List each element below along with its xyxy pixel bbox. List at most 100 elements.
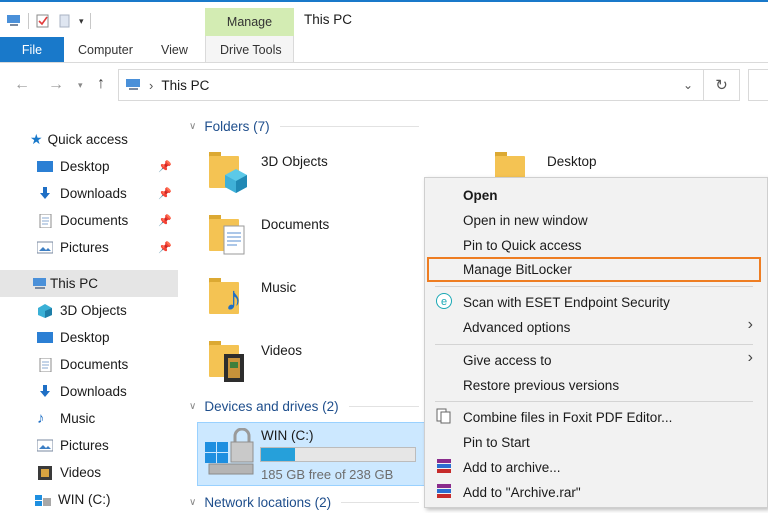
address-dropdown-icon[interactable]: ⌄ <box>683 78 693 92</box>
collapse-chevron-icon[interactable]: ∨ <box>189 121 196 132</box>
customize-toolbar-icon[interactable]: ▾ <box>79 16 84 27</box>
foxit-icon <box>436 408 451 424</box>
sidebar-item-music[interactable]: ♪ Music <box>0 405 178 432</box>
recent-locations-icon[interactable]: ▾ <box>78 80 83 91</box>
tab-view[interactable]: View <box>161 37 188 62</box>
winrar-icon <box>437 459 451 473</box>
folder-label[interactable]: Videos <box>261 343 302 358</box>
toolbar-divider <box>89 13 91 29</box>
folder-videos-icon[interactable] <box>209 339 253 387</box>
devices-group-header[interactable]: ∨ Devices and drives (2) <box>189 399 419 414</box>
winrar-icon <box>437 484 451 498</box>
folder-music-icon[interactable]: ♪ <box>209 276 253 324</box>
collapse-chevron-icon[interactable]: ∨ <box>189 401 196 412</box>
pin-icon[interactable]: 📌 <box>158 241 172 254</box>
folder-label[interactable]: Documents <box>261 217 329 232</box>
menu-item-restore-versions[interactable]: Restore previous versions <box>463 378 619 393</box>
tab-computer[interactable]: Computer <box>78 37 133 62</box>
up-arrow-icon[interactable]: ↑ <box>97 75 105 93</box>
search-input[interactable] <box>748 69 768 101</box>
properties-icon[interactable] <box>35 14 51 28</box>
manage-context-label: Manage <box>226 15 273 29</box>
film-icon <box>38 465 52 480</box>
menu-item-add-archive[interactable]: Add to archive... <box>463 460 561 475</box>
folders-group-header[interactable]: ∨ Folders (7) <box>189 119 419 134</box>
sidebar-item-desktop-pc[interactable]: Desktop <box>0 324 178 351</box>
sidebar-item-win-c[interactable]: WIN (C:) <box>0 486 178 513</box>
menu-item-eset-scan[interactable]: Scan with ESET Endpoint Security <box>463 295 670 310</box>
sidebar-item-label: Downloads <box>60 186 127 201</box>
drive-free-space: 185 GB free of 238 GB <box>261 467 394 482</box>
menu-item-open[interactable]: Open <box>463 188 498 203</box>
folder-documents-icon[interactable] <box>209 213 253 261</box>
sidebar-item-documents[interactable]: Documents 📌 <box>0 207 178 234</box>
file-tab[interactable]: File <box>0 37 64 62</box>
group-label: Folders (7) <box>204 119 270 134</box>
pin-icon[interactable]: 📌 <box>158 187 172 200</box>
drive-usage-fill <box>261 448 295 461</box>
menu-item-give-access[interactable]: Give access to <box>463 353 552 368</box>
document-icon <box>39 357 52 372</box>
folder-label[interactable]: Music <box>261 280 296 295</box>
menu-item-pin-quick-access[interactable]: Pin to Quick access <box>463 238 582 253</box>
sidebar-item-label: Music <box>60 411 96 426</box>
ribbon-divider <box>0 62 768 63</box>
tab-drive-tools[interactable]: Drive Tools <box>220 37 282 62</box>
this-pc-icon <box>126 79 140 90</box>
back-arrow-icon[interactable]: ← <box>14 76 30 94</box>
toolbar-divider <box>28 13 29 29</box>
pin-icon[interactable]: 📌 <box>158 214 172 227</box>
pin-icon[interactable]: 📌 <box>158 160 172 173</box>
new-folder-icon[interactable] <box>57 14 73 28</box>
sidebar-item-label: Desktop <box>60 330 110 345</box>
menu-item-pin-start[interactable]: Pin to Start <box>463 435 530 450</box>
eset-icon: e <box>436 293 452 309</box>
sidebar-item-desktop[interactable]: Desktop 📌 <box>0 153 178 180</box>
folder-label[interactable]: Desktop <box>547 154 597 169</box>
computer-icon[interactable] <box>6 14 22 28</box>
menu-item-combine-foxit[interactable]: Combine files in Foxit PDF Editor... <box>463 410 672 425</box>
sidebar-item-label: Pictures <box>60 240 109 255</box>
menu-item-add-archive-rar[interactable]: Add to "Archive.rar" <box>463 485 581 500</box>
drive-usage-bar <box>260 447 416 462</box>
desktop-icon <box>37 331 53 343</box>
sidebar-item-downloads[interactable]: Downloads 📌 <box>0 180 178 207</box>
download-arrow-icon <box>40 186 50 199</box>
breadcrumb-separator-icon[interactable]: › <box>149 78 153 93</box>
cube-icon <box>38 303 52 318</box>
forward-arrow-icon[interactable]: → <box>48 76 64 94</box>
sidebar-item-label: 3D Objects <box>60 303 127 318</box>
sidebar-item-label: Pictures <box>60 438 109 453</box>
folder-desktop-icon[interactable] <box>495 150 539 188</box>
sidebar-item-label: Quick access <box>47 132 128 147</box>
collapse-chevron-icon[interactable]: ∨ <box>189 497 196 508</box>
menu-item-manage-bitlocker[interactable]: Manage BitLocker <box>463 262 572 277</box>
computer-icon <box>33 277 46 289</box>
sidebar-item-quick-access[interactable]: ★ Quick access <box>0 126 178 153</box>
drive-name[interactable]: WIN (C:) <box>261 428 313 443</box>
sidebar-item-pictures[interactable]: Pictures 📌 <box>0 234 178 261</box>
breadcrumb-this-pc[interactable]: This PC <box>161 78 209 93</box>
desktop-icon <box>37 160 53 172</box>
folder-label[interactable]: 3D Objects <box>261 154 328 169</box>
star-icon: ★ <box>30 131 43 147</box>
address-bar[interactable]: › This PC ⌄ <box>118 69 704 101</box>
sidebar-item-label: Desktop <box>60 159 110 174</box>
refresh-button[interactable]: ↻ <box>704 69 740 101</box>
menu-item-advanced-options[interactable]: Advanced options <box>463 320 570 335</box>
sidebar-item-this-pc[interactable]: This PC <box>0 270 178 297</box>
music-note-icon: ♪ <box>37 409 45 427</box>
submenu-arrow-icon: › <box>747 316 753 333</box>
sidebar-item-label: WIN (C:) <box>58 492 111 507</box>
folder-3d-objects-icon[interactable] <box>209 150 253 198</box>
sidebar-item-3d-objects[interactable]: 3D Objects <box>0 297 178 324</box>
sidebar-item-videos[interactable]: Videos <box>0 459 178 486</box>
sidebar-item-downloads-pc[interactable]: Downloads <box>0 378 178 405</box>
menu-separator <box>435 401 753 402</box>
window-top-border <box>0 0 768 2</box>
sidebar-item-documents-pc[interactable]: Documents <box>0 351 178 378</box>
sidebar-item-pictures-pc[interactable]: Pictures <box>0 432 178 459</box>
refresh-icon: ↻ <box>715 77 728 94</box>
group-label: Devices and drives (2) <box>204 399 339 414</box>
menu-item-open-new-window[interactable]: Open in new window <box>463 213 588 228</box>
